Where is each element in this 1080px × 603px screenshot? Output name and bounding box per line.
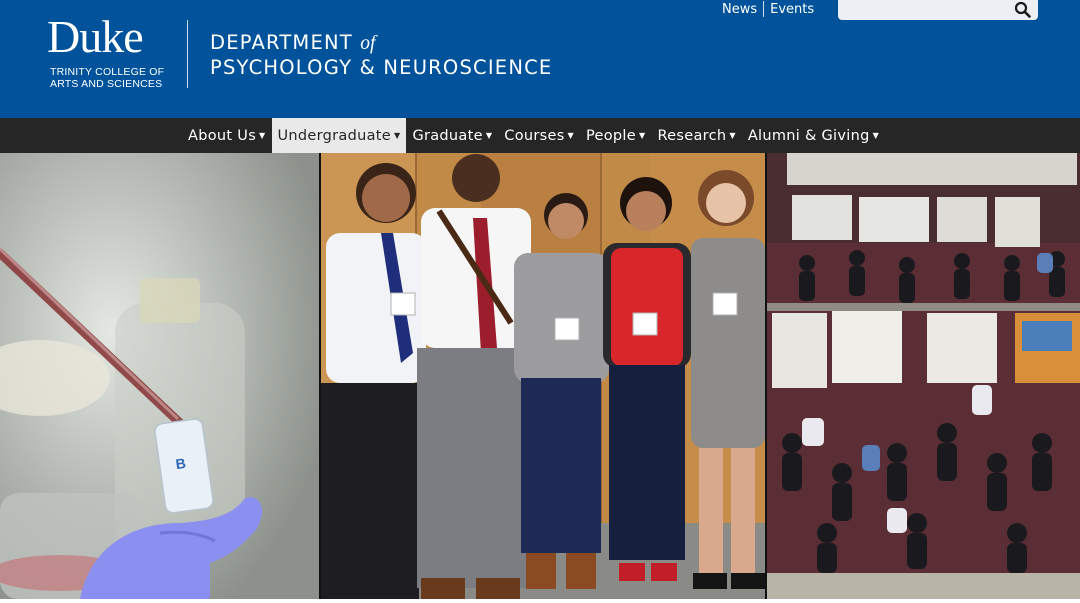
nav-item-label: Undergraduate [277, 127, 391, 144]
events-link[interactable]: Events [764, 2, 820, 17]
nav-item-label: Alumni & Giving [747, 127, 870, 144]
caret-down-icon: ▼ [485, 131, 493, 140]
logo-subtitle-line2: ARTS AND SCIENCES [50, 78, 163, 90]
nav-item-courses[interactable]: Courses ▼ [498, 118, 580, 153]
logo-divider [187, 20, 188, 88]
caret-down-icon: ▼ [872, 131, 880, 140]
logo-wordmark: Duke [47, 11, 144, 62]
caret-down-icon: ▼ [567, 131, 574, 140]
caret-down-icon: ▼ [393, 131, 401, 140]
caret-down-icon: ▼ [259, 131, 266, 140]
hero-banner: B [0, 153, 1080, 599]
search-input[interactable] [838, 0, 1038, 20]
nav-item-label: People [586, 127, 636, 144]
caret-down-icon: ▼ [638, 131, 646, 140]
nav-item-alumni-giving[interactable]: Alumni & Giving ▼ [742, 118, 885, 153]
nav-item-label: Graduate [412, 127, 483, 144]
nav-item-label: Research [657, 127, 727, 144]
nav-item-research[interactable]: Research ▼ [651, 118, 741, 153]
logo-subtitle-line1: TRINITY COLLEGE OF [50, 66, 165, 78]
hero-image-lab: B [0, 153, 319, 599]
site-header: Duke TRINITY COLLEGE OF ARTS AND SCIENCE… [0, 0, 1080, 118]
department-word: DEPARTMENT [210, 31, 361, 54]
nav-item-undergraduate[interactable]: Undergraduate ▼ [271, 118, 407, 153]
logo-subtitle: TRINITY COLLEGE OF ARTS AND SCIENCES [50, 66, 164, 90]
news-link[interactable]: News [716, 2, 763, 17]
department-title-line1: DEPARTMENT of [210, 31, 552, 56]
nav-item-label: Courses [504, 127, 565, 144]
utility-links: News Events [716, 0, 820, 18]
department-title[interactable]: DEPARTMENT of PSYCHOLOGY & NEUROSCIENCE [210, 31, 552, 80]
department-title-line2: PSYCHOLOGY & NEUROSCIENCE [210, 56, 553, 79]
hero-image-students [321, 153, 765, 599]
nav-item-label: About Us [188, 127, 257, 144]
nav-item-graduate[interactable]: Graduate ▼ [406, 118, 498, 153]
nav-item-people[interactable]: People ▼ [580, 118, 651, 153]
main-navigation: About Us ▼ Undergraduate ▼ Graduate ▼ Cours… [0, 118, 1080, 153]
department-of: of [360, 33, 376, 54]
caret-down-icon: ▼ [729, 131, 736, 140]
hero-image-poster-session [767, 153, 1080, 599]
nav-menu: About Us ▼ Undergraduate ▼ Graduate ▼ Cours… [182, 118, 885, 153]
search-icon[interactable] [1014, 1, 1032, 18]
nav-item-about-us[interactable]: About Us ▼ [182, 118, 272, 153]
